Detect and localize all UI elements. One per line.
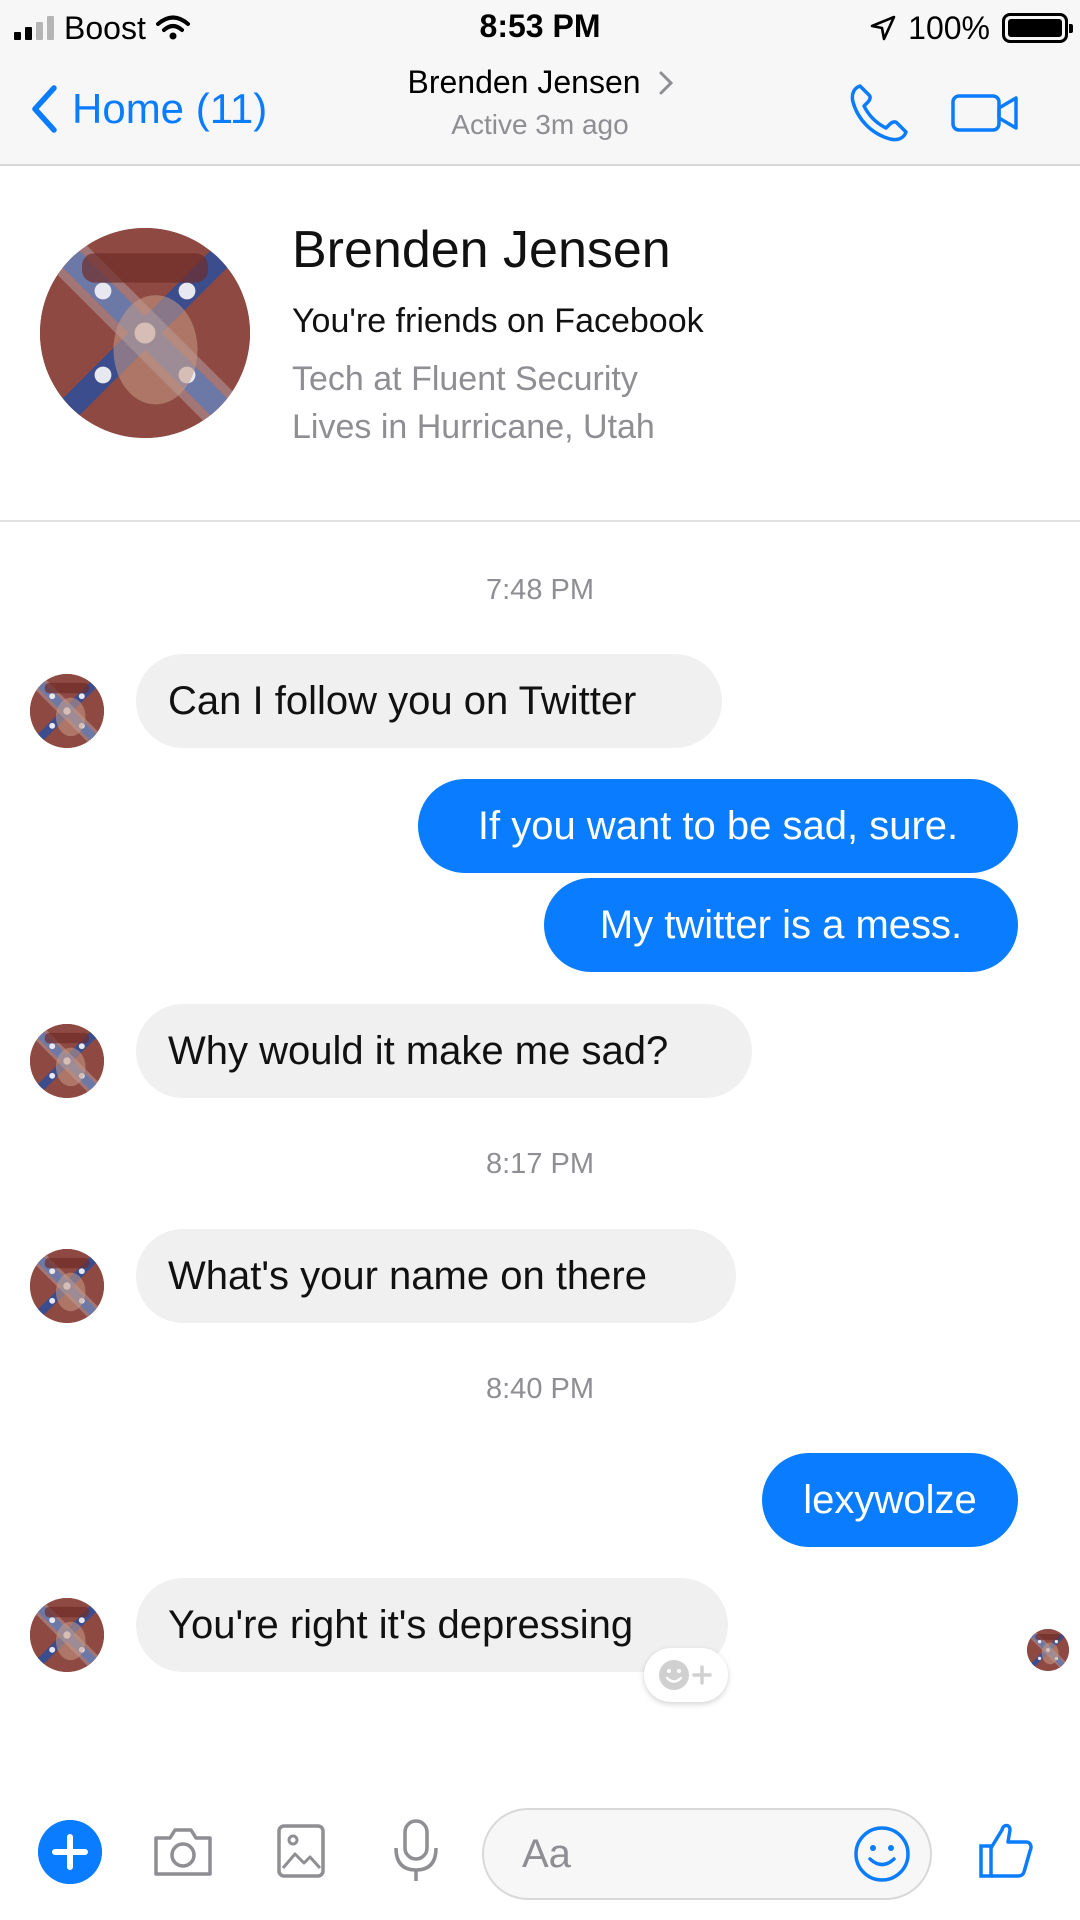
incoming-message[interactable]: Why would it make me sad? [136, 1004, 752, 1098]
contact-title[interactable]: Brenden Jensen Active 3m ago [0, 64, 1080, 141]
add-reaction-icon [659, 1660, 712, 1690]
work-info: Tech at Fluent Security [292, 360, 638, 398]
contact-profile-card: Brenden Jensen You're friends on Faceboo… [0, 168, 1080, 522]
location-info: Lives in Hurricane, Utah [292, 408, 655, 446]
message-input-placeholder: Aa [522, 1832, 571, 1876]
image-icon[interactable] [276, 1822, 326, 1880]
camera-icon[interactable] [152, 1824, 214, 1880]
message-composer: Aa [0, 1790, 1080, 1920]
video-camera-icon[interactable] [950, 88, 1020, 138]
battery-percent: 100% [908, 9, 990, 46]
seen-indicator-avatar [1027, 1629, 1069, 1671]
avatar[interactable] [30, 1249, 104, 1323]
location-arrow-icon [870, 15, 896, 41]
avatar[interactable] [30, 674, 104, 748]
friendship-status: You're friends on Facebook [292, 302, 704, 340]
message-input[interactable]: Aa [482, 1808, 932, 1900]
outgoing-message[interactable]: My twitter is a mess. [544, 878, 1018, 972]
active-status: Active 3m ago [451, 109, 629, 140]
smiley-icon[interactable] [852, 1824, 912, 1884]
conversation-header: Home (11) Brenden Jensen Active 3m ago [0, 54, 1080, 166]
incoming-message[interactable]: Can I follow you on Twitter [136, 654, 722, 748]
profile-name: Brenden Jensen [292, 221, 671, 279]
status-right: 100% [870, 8, 1073, 48]
status-bar: Boost 8:53 PM 100% [0, 0, 1080, 54]
battery-icon [1002, 13, 1073, 43]
message-timestamp: 8:40 PM [486, 1373, 594, 1405]
chevron-right-icon [659, 71, 673, 94]
add-reaction-button[interactable] [644, 1648, 728, 1702]
plus-icon[interactable] [38, 1820, 102, 1884]
avatar[interactable] [30, 1598, 104, 1672]
message-timestamp: 8:17 PM [486, 1148, 594, 1180]
outgoing-message[interactable]: lexywolze [762, 1453, 1018, 1547]
microphone-icon[interactable] [392, 1818, 440, 1884]
incoming-message[interactable]: What's your name on there [136, 1229, 736, 1323]
contact-name: Brenden Jensen [407, 64, 641, 100]
incoming-message[interactable]: You're right it's depressing [136, 1578, 728, 1672]
message-timestamp: 7:48 PM [486, 574, 594, 606]
avatar[interactable] [40, 228, 250, 438]
phone-icon[interactable] [848, 82, 910, 144]
avatar[interactable] [30, 1024, 104, 1098]
thumbs-up-icon[interactable] [978, 1820, 1034, 1880]
outgoing-message[interactable]: If you want to be sad, sure. [418, 779, 1018, 873]
